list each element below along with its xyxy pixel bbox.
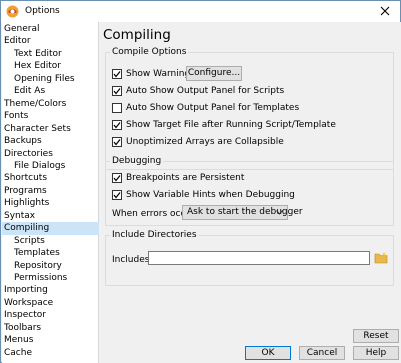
checkbox-box[interactable] — [112, 103, 122, 113]
checkbox-box[interactable] — [112, 173, 122, 183]
show-warnings-checkbox[interactable]: Show Warnings — [112, 68, 195, 80]
sidebar-item-file-dialogs[interactable]: File Dialogs — [2, 160, 99, 173]
when-errors-select[interactable]: Ask to start the debugger — [182, 205, 303, 220]
compiling-panel: Compiling Compile Options Show Warnings … — [99, 22, 401, 363]
auto-show-templates-label: Auto Show Output Panel for Templates — [126, 103, 300, 113]
show-target-file-label: Show Target File after Running Script/Te… — [126, 120, 336, 130]
sidebar-item-text-editor[interactable]: Text Editor — [2, 48, 99, 61]
sidebar-item-fonts[interactable]: Fonts — [2, 110, 99, 123]
configure-button[interactable]: Configure... — [186, 66, 242, 81]
chevron-down-icon — [276, 210, 283, 215]
ok-button[interactable]: OK — [245, 346, 291, 360]
reset-button[interactable]: Reset — [353, 329, 399, 343]
compile-options-title: Compile Options — [110, 47, 189, 57]
sidebar-item-programs[interactable]: Programs — [2, 185, 99, 198]
sidebar-item-hex-editor[interactable]: Hex Editor — [2, 60, 99, 73]
sidebar-item-repository[interactable]: Repository — [2, 260, 99, 273]
help-label: Help — [365, 348, 387, 358]
cancel-label: Cancel — [306, 348, 338, 358]
check-icon — [113, 88, 121, 95]
sidebar-item-toolbars[interactable]: Toolbars — [2, 322, 99, 335]
sidebar-item-editor[interactable]: Editor — [2, 35, 99, 48]
sidebar-item-compiling[interactable]: Compiling — [2, 222, 99, 235]
debugging-title: Debugging — [110, 156, 164, 166]
check-icon — [113, 71, 121, 78]
sidebar-item-general[interactable]: General — [2, 23, 99, 36]
checkbox-box[interactable] — [112, 86, 122, 96]
unoptimized-arrays-label: Unoptimized Arrays are Collapsible — [126, 137, 284, 147]
reset-label: Reset — [363, 331, 389, 341]
window-title: Options — [25, 6, 60, 16]
sidebar-item-theme-colors[interactable]: Theme/Colors — [2, 98, 99, 111]
sidebar-item-directories[interactable]: Directories — [2, 148, 99, 161]
sidebar-item-inspector[interactable]: Inspector — [2, 309, 99, 322]
show-variable-hints-label: Show Variable Hints when Debugging — [126, 190, 295, 200]
includes-label: Includes: — [112, 255, 153, 265]
sidebar-item-backups[interactable]: Backups — [2, 135, 99, 148]
when-errors-value: Ask to start the debugger — [187, 207, 303, 217]
sidebar-item-menus[interactable]: Menus — [2, 334, 99, 347]
include-directories-group: Include Directories Includes: — [105, 230, 394, 286]
ok-label: OK — [261, 348, 275, 358]
sidebar-item-permissions[interactable]: Permissions — [2, 272, 99, 285]
show-warnings-label: Show Warnings — [126, 69, 195, 79]
sidebar-item-scripts[interactable]: Scripts — [2, 235, 99, 248]
options-category-list: General Editor Text Editor Hex Editor Openin… — [2, 22, 99, 363]
sidebar-item-highlights[interactable]: Highlights — [2, 197, 99, 210]
checkbox-box[interactable] — [112, 69, 122, 79]
sidebar-item-syntax[interactable]: Syntax — [2, 210, 99, 223]
auto-show-scripts-label: Auto Show Output Panel for Scripts — [126, 86, 285, 96]
checkbox-box[interactable] — [112, 190, 122, 200]
app-icon — [6, 5, 19, 18]
sidebar-item-templates[interactable]: Templates — [2, 247, 99, 260]
debugging-group: Debugging Breakpoints are Persistent Sho… — [105, 156, 394, 226]
auto-show-scripts-checkbox[interactable]: Auto Show Output Panel for Scripts — [112, 85, 284, 97]
options-dialog: Options General Editor Text Editor Hex Edit… — [0, 0, 401, 363]
close-icon[interactable] — [378, 4, 392, 18]
title-bar: Options — [1, 1, 400, 22]
sidebar-item-opening-files[interactable]: Opening Files — [2, 73, 99, 86]
sidebar-item-edit-as[interactable]: Edit As — [2, 85, 99, 98]
show-variable-hints-checkbox[interactable]: Show Variable Hints when Debugging — [112, 189, 295, 201]
breakpoints-persistent-checkbox[interactable]: Breakpoints are Persistent — [112, 172, 244, 184]
check-icon — [113, 122, 121, 129]
sidebar-item-importing[interactable]: Importing — [2, 284, 99, 297]
cancel-button[interactable]: Cancel — [299, 346, 345, 360]
auto-show-templates-checkbox[interactable]: Auto Show Output Panel for Templates — [112, 102, 299, 114]
checkbox-box[interactable] — [112, 120, 122, 130]
help-button[interactable]: Help — [353, 346, 399, 360]
check-icon — [113, 192, 121, 199]
browse-folder-icon[interactable] — [374, 251, 388, 265]
sidebar-item-shortcuts[interactable]: Shortcuts — [2, 172, 99, 185]
sidebar-item-workspace[interactable]: Workspace — [2, 297, 99, 310]
compile-options-group: Compile Options Show Warnings Configure.… — [105, 47, 394, 170]
includes-field[interactable] — [148, 251, 370, 265]
checkbox-box[interactable] — [112, 137, 122, 147]
sidebar-item-cache[interactable]: Cache — [2, 347, 99, 360]
check-icon — [113, 175, 121, 182]
check-icon — [113, 139, 121, 146]
sidebar-item-character-sets[interactable]: Character Sets — [2, 123, 99, 136]
unoptimized-arrays-checkbox[interactable]: Unoptimized Arrays are Collapsible — [112, 136, 284, 148]
page-title: Compiling — [103, 27, 171, 43]
show-target-file-checkbox[interactable]: Show Target File after Running Script/Te… — [112, 119, 336, 131]
include-directories-title: Include Directories — [110, 230, 199, 240]
breakpoints-persistent-label: Breakpoints are Persistent — [126, 173, 245, 183]
